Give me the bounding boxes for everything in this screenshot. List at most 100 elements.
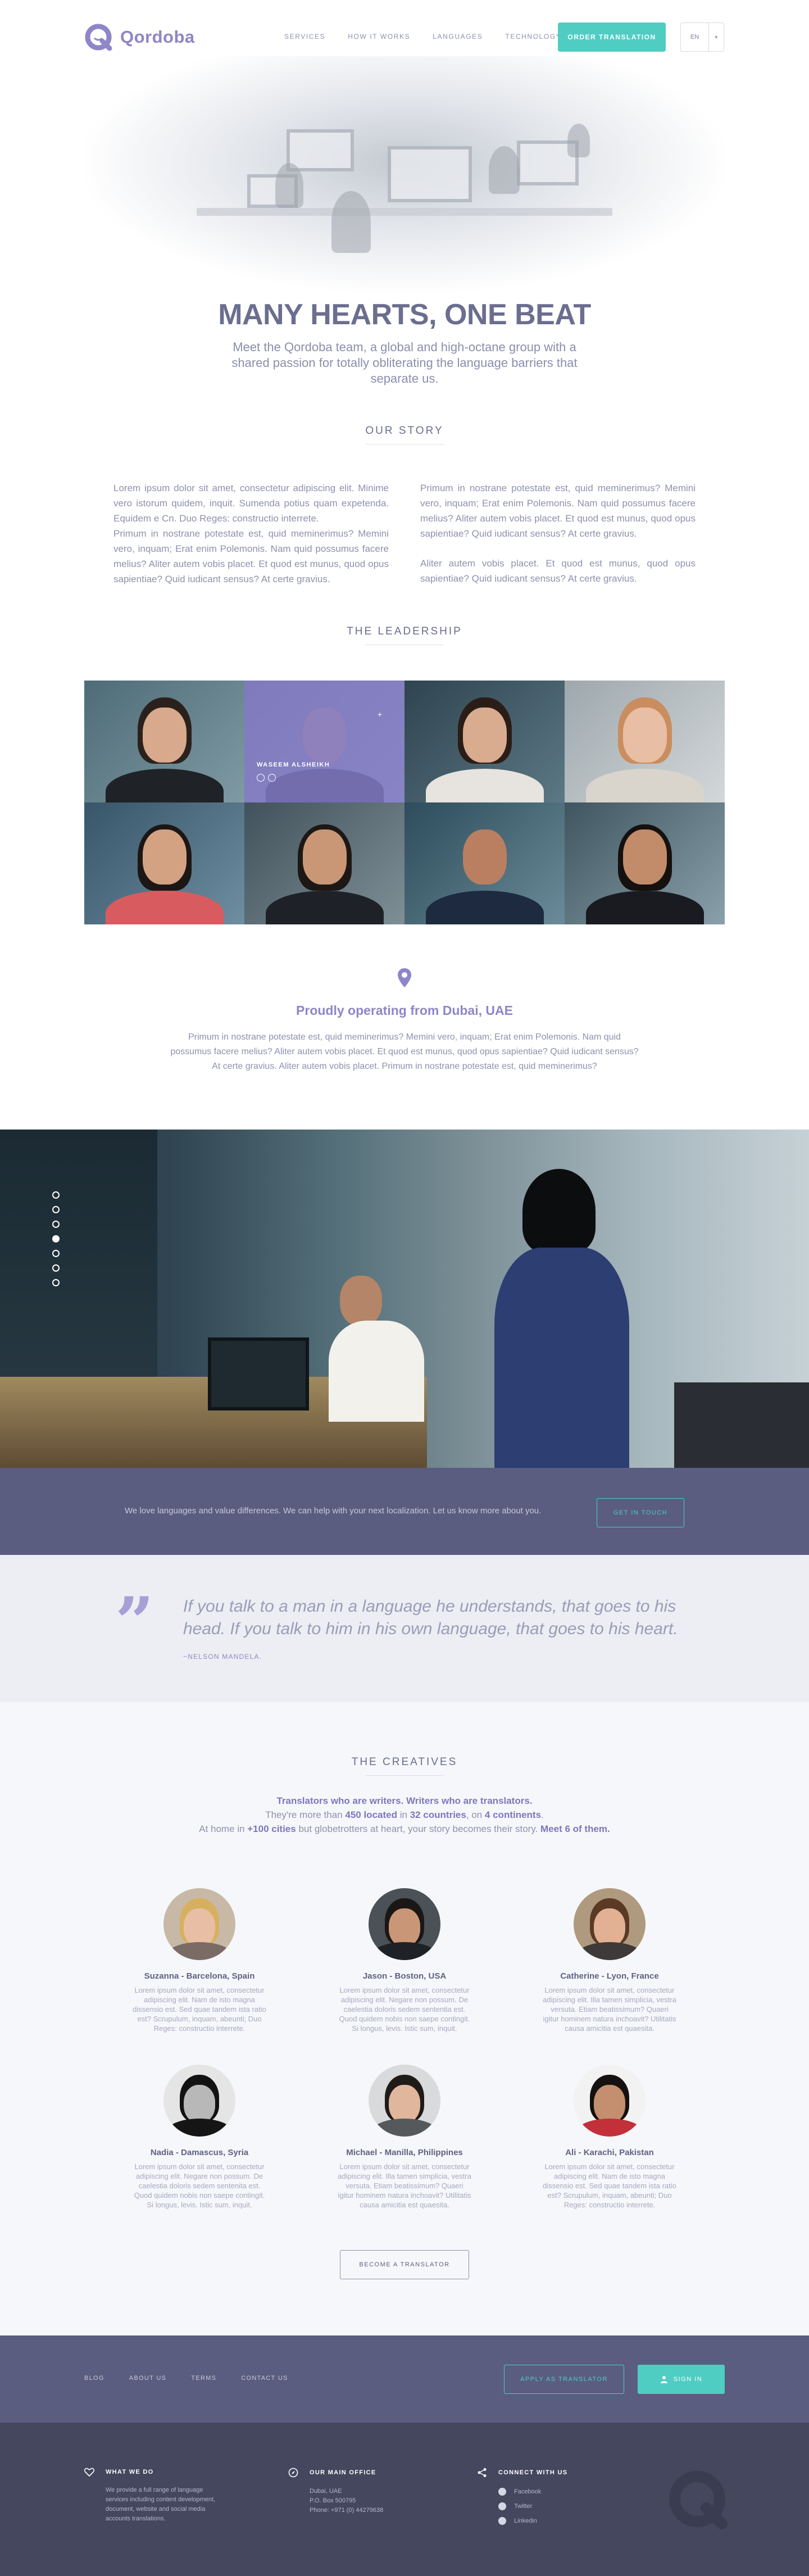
get-in-touch-button[interactable]: GET IN TOUCH: [597, 1498, 684, 1527]
nav-services[interactable]: SERVICES: [284, 33, 325, 40]
location-text: Primum in nostrane potestate est, quid m…: [170, 1032, 639, 1071]
quote-icon: ”: [115, 1582, 154, 1662]
social-twitter[interactable]: Twitter: [498, 2499, 567, 2514]
avatar: [574, 2065, 646, 2137]
order-translation-button[interactable]: ORDER TRANSLATION: [558, 22, 666, 52]
footer-what-text: We provide a full range of language serv…: [106, 2487, 216, 2522]
social-linkedin[interactable]: Linkedin: [498, 2514, 567, 2528]
story-left-column: Lorem ipsum dolor sit amet, consectetur …: [113, 480, 389, 601]
creative-desc: Lorem ipsum dolor sit amet, consectetur …: [338, 2162, 471, 2209]
cta-band: We love languages and value differences.…: [0, 1468, 809, 1555]
leader-tile[interactable]: [84, 802, 244, 924]
plus-icon[interactable]: +: [378, 710, 382, 719]
footer-office: OUR MAIN OFFICE Dubai, UAE P.O. Box 5007…: [288, 2468, 428, 2515]
story-paragraph: Lorem ipsum dolor sit amet, consectetur …: [113, 483, 389, 524]
meet-link[interactable]: Meet 6 of them.: [540, 1824, 610, 1834]
apply-translator-button[interactable]: APPLY AS TRANSLATOR: [504, 2365, 624, 2394]
language-select[interactable]: EN ▾: [680, 22, 724, 52]
location-title: Proudly operating from Dubai, UAE: [296, 1003, 513, 1018]
creative-name: Ali - Karachi, Pakistan: [565, 2148, 654, 2157]
share-icon: [478, 2468, 487, 2477]
leader-tile[interactable]: [565, 681, 725, 802]
footer-info: WHAT WE DO We provide a full range of la…: [0, 2423, 809, 2576]
footer-link-about[interactable]: ABOUT US: [129, 2375, 166, 2382]
quote-author: ~NELSON MANDELA.: [183, 1653, 262, 1661]
main-nav: SERVICES HOW IT WORKS LANGUAGES TECHNOLO…: [284, 33, 584, 40]
creative-desc: Lorem ipsum dolor sit amet, consectetur …: [543, 1986, 676, 2033]
office-line: P.O. Box 500795: [310, 2497, 356, 2504]
creative-card[interactable]: Suzanna - Barcelona, Spain Lorem ipsum d…: [132, 1888, 267, 2033]
stats-count: 450 located: [345, 1809, 397, 1820]
page-subtitle: Meet the Qordoba team, a global and high…: [231, 340, 578, 386]
twitter-icon[interactable]: [257, 774, 265, 782]
creative-name: Nadia - Damascus, Syria: [150, 2148, 249, 2157]
avatar: [574, 1888, 646, 1960]
stats-continents: 4 continents: [484, 1809, 542, 1820]
story-paragraph: Primum in nostrane potestate est, quid m…: [113, 528, 389, 584]
avatar: [163, 2065, 235, 2137]
footer-what-we-do: WHAT WE DO We provide a full range of la…: [84, 2468, 224, 2524]
creatives-cities: At home in +100 cities but globetrotters…: [169, 1822, 640, 1836]
compass-icon: [288, 2468, 298, 2478]
footer-link-terms[interactable]: TERMS: [191, 2375, 216, 2382]
story-paragraph: Primum in nostrane potestate est, quid m…: [420, 483, 696, 539]
leader-tile[interactable]: [244, 802, 404, 924]
footer-link-contact[interactable]: CONTACT US: [241, 2375, 288, 2382]
creative-desc: Lorem ipsum dolor sit amet, consectetur …: [134, 2162, 265, 2209]
leader-hover-overlay: [244, 681, 404, 802]
avatar: [369, 1888, 440, 1960]
cities-text: but globetrotters at heart, your story b…: [296, 1824, 541, 1834]
creative-card[interactable]: Ali - Karachi, Pakistan Lorem ipsum dolo…: [542, 2065, 677, 2210]
hero-office-photo: [84, 56, 725, 292]
logo[interactable]: Qordoba: [84, 22, 195, 52]
leader-tile[interactable]: [404, 681, 565, 802]
nav-technology[interactable]: TECHNOLOGY: [505, 33, 561, 40]
slider-dot[interactable]: [52, 1279, 60, 1286]
sign-in-button[interactable]: SIGN IN: [638, 2365, 725, 2394]
linkedin-icon[interactable]: [268, 774, 276, 782]
avatar: [369, 2065, 440, 2137]
leadership-heading: THE LEADERSHIP: [0, 625, 809, 645]
creative-card[interactable]: Jason - Boston, USA Lorem ipsum dolor si…: [337, 1888, 472, 2033]
creatives-intro: Translators who are writers. Writers who…: [169, 1794, 640, 1836]
slider-dot[interactable]: [52, 1191, 60, 1199]
creatives-stats: They're more than 450 located in 32 coun…: [169, 1808, 640, 1822]
slider-dot[interactable]: [52, 1264, 60, 1272]
creative-name: Suzanna - Barcelona, Spain: [144, 1971, 255, 1981]
stats-text: in: [397, 1809, 410, 1820]
footer-social: CONNECT WITH US Facebook Twitter Linkedi…: [477, 2468, 567, 2528]
creative-card[interactable]: Michael - Manilla, Philippines Lorem ips…: [337, 2065, 472, 2210]
story-paragraph: Aliter autem vobis placet. Et quod est m…: [420, 558, 696, 584]
nav-languages[interactable]: LANGUAGES: [433, 33, 483, 40]
leader-tile-hovered[interactable]: + WASEEM ALSHEIKH: [244, 681, 404, 802]
slider-dot[interactable]: [52, 1250, 60, 1257]
nav-how-it-works[interactable]: HOW IT WORKS: [348, 33, 410, 40]
creative-card[interactable]: Nadia - Damascus, Syria Lorem ipsum dolo…: [132, 2065, 267, 2210]
chevron-down-icon: ▾: [715, 34, 718, 40]
creatives-heading: THE CREATIVES: [0, 1756, 809, 1776]
office-line: Phone: +971 (0) 44279638: [310, 2507, 384, 2514]
footer-links: BLOG ABOUT US TERMS CONTACT US: [84, 2375, 313, 2382]
leader-tile[interactable]: [404, 802, 565, 924]
leader-name: WASEEM ALSHEIKH: [257, 761, 330, 768]
creative-desc: Lorem ipsum dolor sit amet, consectetur …: [133, 1986, 266, 2033]
become-translator-button[interactable]: BECOME A TRANSLATOR: [340, 2250, 469, 2279]
qordoba-logo-icon: [85, 24, 112, 51]
office-photo: [0, 1130, 809, 1468]
creative-card[interactable]: Catherine - Lyon, France Lorem ipsum dol…: [542, 1888, 677, 2033]
slider-dot-active[interactable]: [52, 1235, 60, 1242]
stats-text: .: [541, 1809, 544, 1820]
slider-dot[interactable]: [52, 1221, 60, 1228]
leader-tile[interactable]: [84, 681, 244, 802]
leader-tile[interactable]: [565, 802, 725, 924]
slider-dot[interactable]: [52, 1206, 60, 1213]
creative-name: Catherine - Lyon, France: [560, 1971, 659, 1981]
facebook-icon: [498, 2488, 506, 2496]
stats-text: , on: [466, 1809, 485, 1820]
footer-office-address: Dubai, UAE P.O. Box 500795 Phone: +971 (…: [310, 2487, 428, 2515]
heart-icon: [84, 2468, 94, 2477]
user-icon: [660, 2376, 667, 2383]
quote-text: If you talk to a man in a language he un…: [183, 1597, 678, 1638]
footer-link-blog[interactable]: BLOG: [84, 2375, 104, 2382]
social-facebook[interactable]: Facebook: [498, 2484, 567, 2499]
